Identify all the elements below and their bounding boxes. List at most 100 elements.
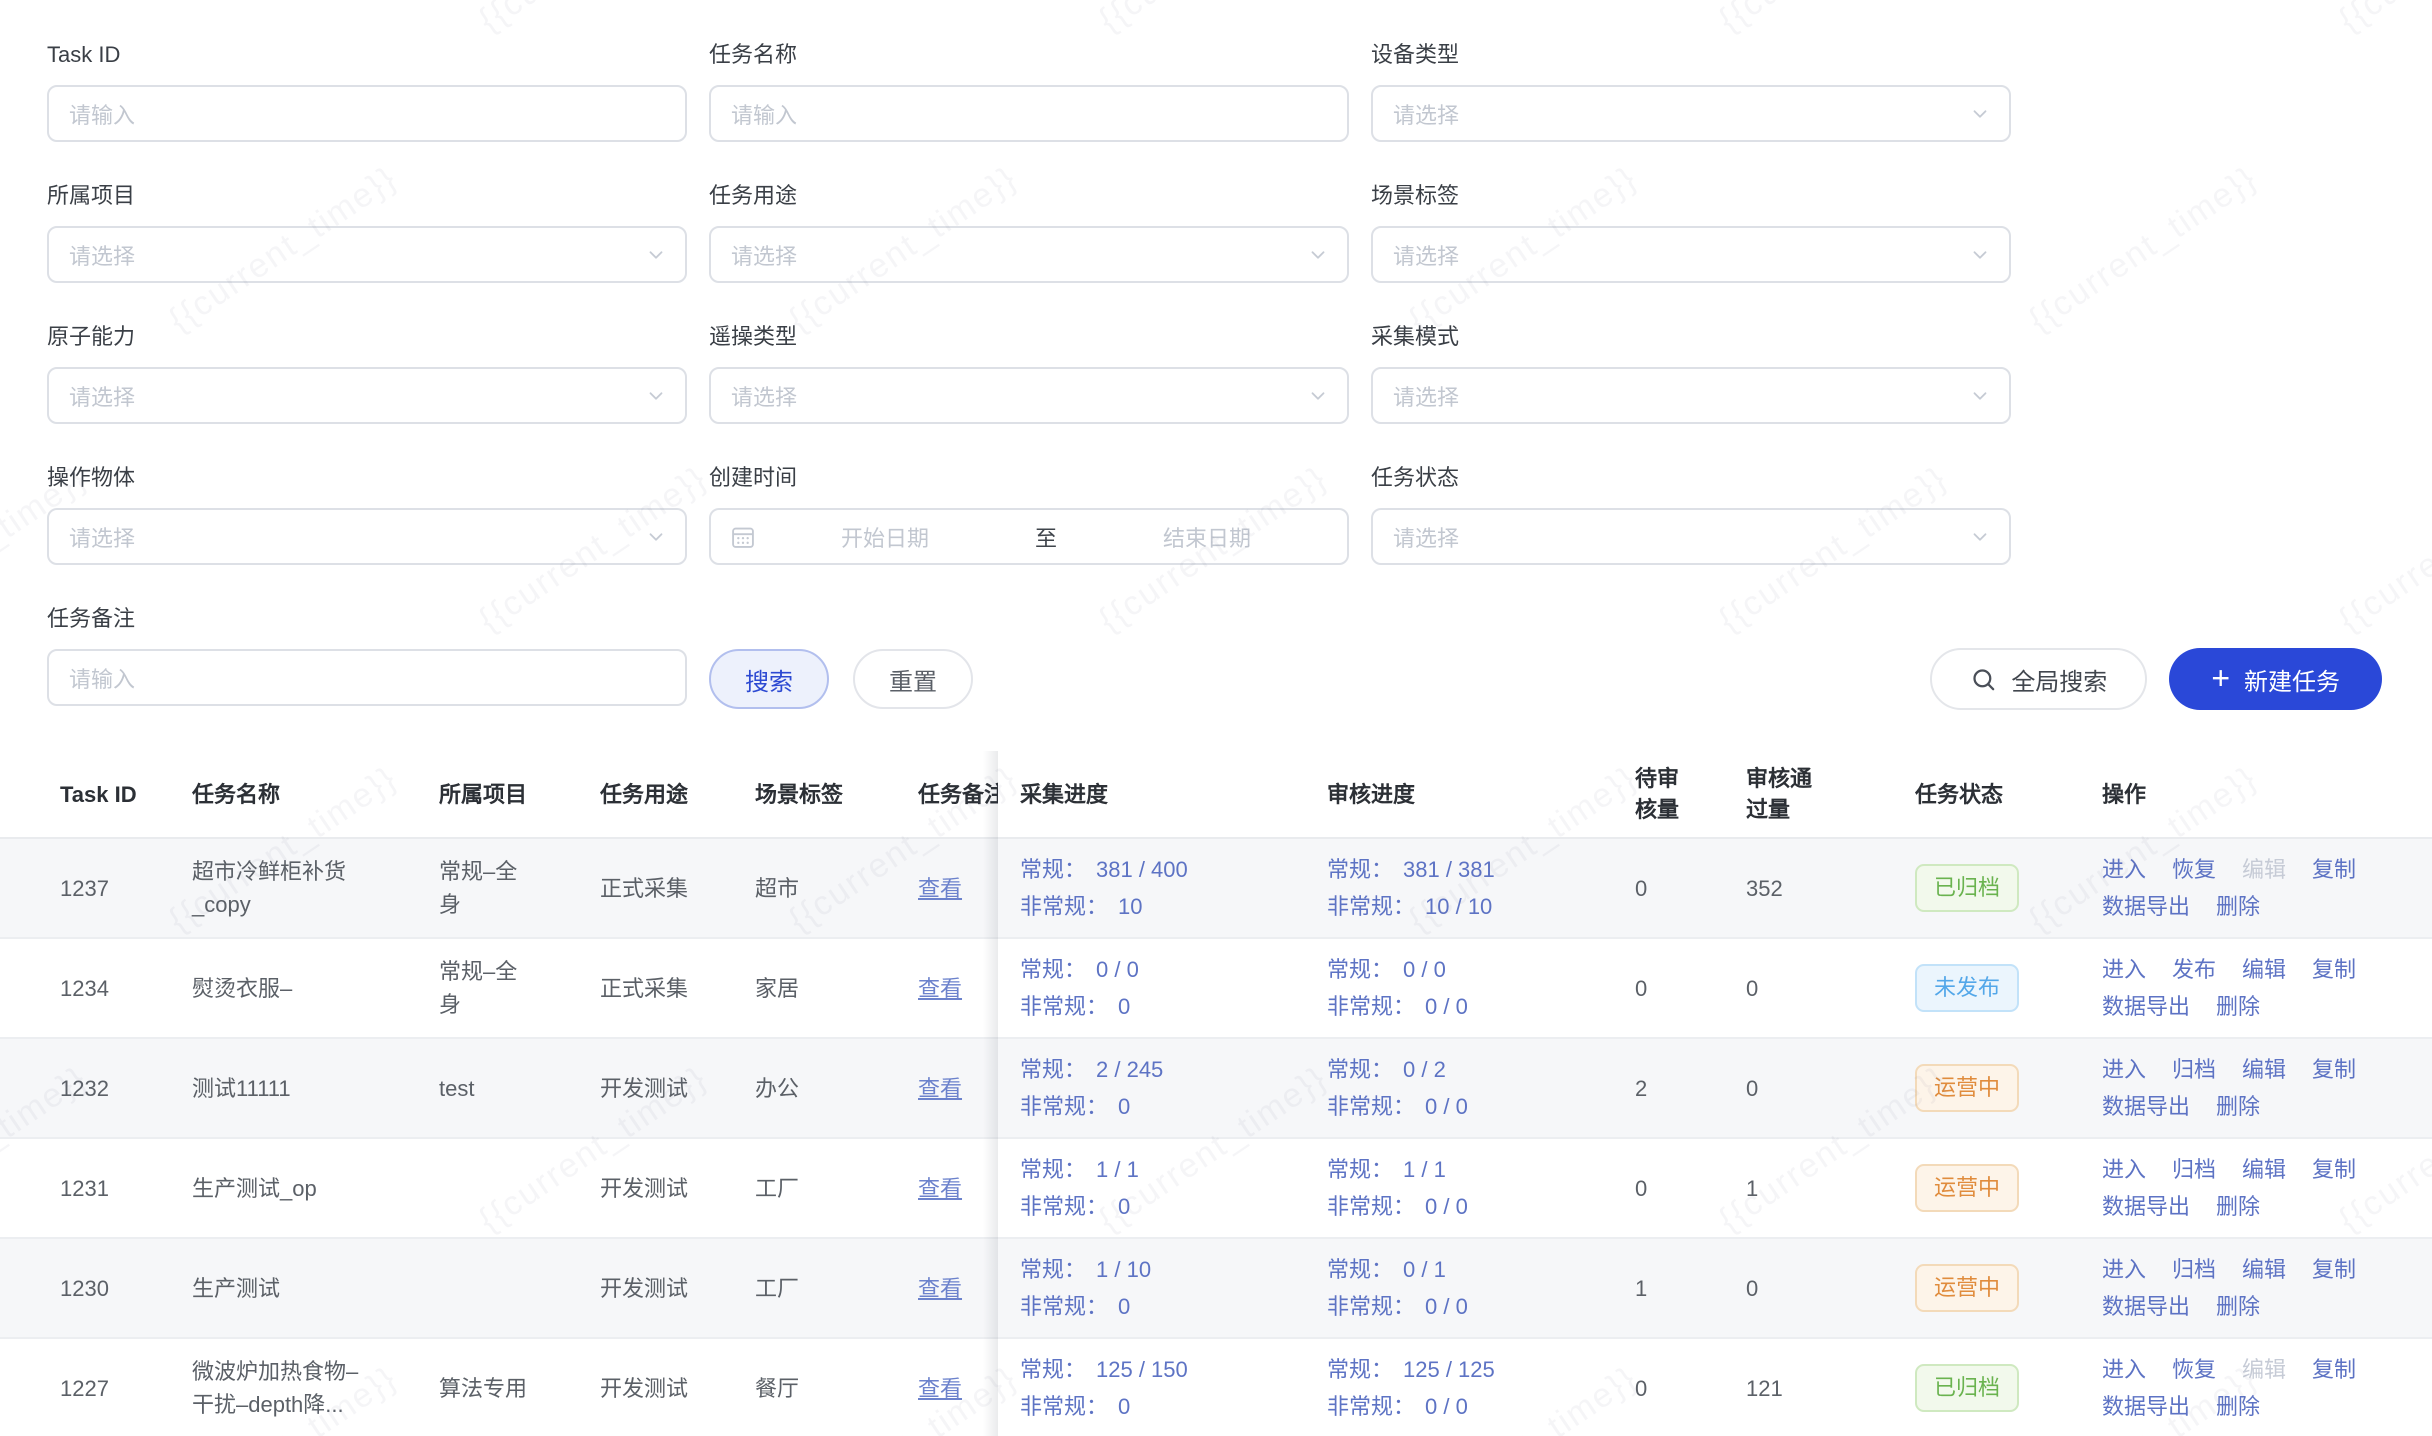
action-link-enabled[interactable]: 编辑: [2242, 1251, 2286, 1288]
action-link-enabled[interactable]: 编辑: [2242, 951, 2286, 988]
cell-passed-count: 352: [1746, 872, 1915, 905]
action-link-enabled[interactable]: 复制: [2312, 951, 2356, 988]
action-link-enabled[interactable]: 进入: [2102, 1251, 2146, 1288]
action-link-enabled[interactable]: 复制: [2312, 1351, 2356, 1388]
calendar-icon: [729, 523, 757, 551]
action-link-disabled: 编辑: [2242, 851, 2286, 888]
teleop-type-select[interactable]: 请选择: [709, 367, 1349, 424]
action-link-enabled[interactable]: 发布: [2172, 951, 2216, 988]
view-remark-link[interactable]: 查看: [918, 1276, 962, 1301]
cell-review-progress: 常规：0 / 2非常规：0 / 0: [1327, 1051, 1635, 1125]
action-link-enabled[interactable]: 数据导出: [2102, 1188, 2190, 1225]
atomic-ability-select[interactable]: 请选择: [47, 367, 687, 424]
cell-pending-count: 0: [1635, 972, 1746, 1005]
task-status-select[interactable]: 请选择: [1371, 508, 2011, 565]
view-remark-link[interactable]: 查看: [918, 1376, 962, 1401]
cell-task-status: 运营中: [1915, 1264, 2102, 1312]
action-link-enabled[interactable]: 数据导出: [2102, 1088, 2190, 1125]
action-link-enabled[interactable]: 数据导出: [2102, 1388, 2190, 1425]
cell-review-progress: 常规：0 / 1非常规：0 / 0: [1327, 1251, 1635, 1325]
action-link-enabled[interactable]: 进入: [2102, 1351, 2146, 1388]
progress-label: 常规：: [1327, 1251, 1393, 1288]
placeholder-text: 请选择: [1393, 521, 1459, 553]
cell-project: 算法专用: [439, 1372, 600, 1405]
chevron-down-icon: [1307, 385, 1329, 407]
action-link-enabled[interactable]: 数据导出: [2102, 988, 2190, 1025]
cell-task-name: 超市冷鲜柜补货 _copy: [192, 855, 439, 921]
action-link-enabled[interactable]: 删除: [2216, 1288, 2260, 1325]
progress-value: 10: [1118, 888, 1142, 925]
create-task-label: 新建任务: [2244, 662, 2340, 697]
collect-mode-select[interactable]: 请选择: [1371, 367, 2011, 424]
reset-button[interactable]: 重置: [853, 649, 973, 709]
action-link-enabled[interactable]: 删除: [2216, 1088, 2260, 1125]
action-link-enabled[interactable]: 恢复: [2172, 1351, 2216, 1388]
filter-field-project: 所属项目请选择: [47, 181, 687, 283]
search-button[interactable]: 搜索: [709, 649, 829, 709]
action-link-enabled[interactable]: 删除: [2216, 1188, 2260, 1225]
action-link-enabled[interactable]: 数据导出: [2102, 888, 2190, 925]
view-remark-link[interactable]: 查看: [918, 1076, 962, 1101]
project-select[interactable]: 请选择: [47, 226, 687, 283]
progress-label: 常规：: [1327, 851, 1393, 888]
device-type-select[interactable]: 请选择: [1371, 85, 2011, 142]
cell-collect-progress: 常规：1 / 1非常规：0: [1020, 1151, 1327, 1225]
filter-label-task-status: 任务状态: [1371, 463, 2011, 493]
filter-label-create-time: 创建时间: [709, 463, 1349, 493]
cell-review-progress: 常规：381 / 381非常规：10 / 10: [1327, 851, 1635, 925]
cell-actions: 进入归档编辑复制数据导出删除: [2102, 1151, 2432, 1225]
action-link-enabled[interactable]: 归档: [2172, 1051, 2216, 1088]
cell-collect-progress-irregular: 非常规：0: [1020, 1088, 1307, 1125]
create-task-button[interactable]: + 新建任务: [2169, 648, 2382, 710]
operate-object-select[interactable]: 请选择: [47, 508, 687, 565]
action-link-enabled[interactable]: 数据导出: [2102, 1288, 2190, 1325]
table-header-row: Task ID任务名称所属项目任务用途场景标签任务备注采集进度审核进度待审 核量…: [0, 751, 2432, 839]
filter-field-teleop-type: 遥操类型请选择: [709, 322, 1349, 424]
global-search-label: 全局搜索: [2011, 662, 2107, 697]
action-link-enabled[interactable]: 进入: [2102, 1151, 2146, 1188]
action-link-enabled[interactable]: 编辑: [2242, 1151, 2286, 1188]
view-remark-link[interactable]: 查看: [918, 876, 962, 901]
action-link-enabled[interactable]: 恢复: [2172, 851, 2216, 888]
scene-tag-select[interactable]: 请选择: [1371, 226, 2011, 283]
purpose-select[interactable]: 请选择: [709, 226, 1349, 283]
view-remark-link[interactable]: 查看: [918, 1176, 962, 1201]
cell-review-progress: 常规：0 / 0非常规：0 / 0: [1327, 951, 1635, 1025]
action-link-enabled[interactable]: 删除: [2216, 1388, 2260, 1425]
action-link-enabled[interactable]: 复制: [2312, 1051, 2356, 1088]
progress-value: 10 / 10: [1425, 888, 1492, 925]
cell-task-id: 1230: [60, 1272, 192, 1305]
chevron-down-icon: [1969, 103, 1991, 125]
create-time-daterange[interactable]: 开始日期至结束日期: [709, 508, 1349, 565]
action-link-enabled[interactable]: 归档: [2172, 1251, 2216, 1288]
cell-purpose: 开发测试: [600, 1172, 755, 1205]
action-link-enabled[interactable]: 进入: [2102, 851, 2146, 888]
view-remark-link[interactable]: 查看: [918, 976, 962, 1001]
column-header-actions: 操作: [2102, 779, 2432, 810]
progress-value: 0 / 0: [1425, 988, 1468, 1025]
chevron-down-icon: [1969, 526, 1991, 548]
end-date-placeholder: 结束日期: [1085, 521, 1329, 553]
task-name-text: 熨烫衣服–: [192, 972, 292, 1005]
global-search-button[interactable]: 全局搜索: [1930, 648, 2147, 710]
action-link-enabled[interactable]: 进入: [2102, 951, 2146, 988]
action-link-enabled[interactable]: 删除: [2216, 988, 2260, 1025]
task-id-input[interactable]: 请输入: [47, 85, 687, 142]
task-table: Task ID任务名称所属项目任务用途场景标签任务备注采集进度审核进度待审 核量…: [0, 751, 2432, 1436]
cell-passed-count: 0: [1746, 1072, 1915, 1105]
action-link-enabled[interactable]: 进入: [2102, 1051, 2146, 1088]
task-name-input[interactable]: 请输入: [709, 85, 1349, 142]
cell-project: test: [439, 1072, 600, 1105]
cell-purpose: 开发测试: [600, 1272, 755, 1305]
cell-task-status: 未发布: [1915, 964, 2102, 1012]
action-link-enabled[interactable]: 复制: [2312, 1151, 2356, 1188]
cell-review-progress-regular: 常规：381 / 381: [1327, 851, 1615, 888]
action-link-enabled[interactable]: 复制: [2312, 851, 2356, 888]
task-remark-input[interactable]: 请输入: [47, 649, 687, 706]
cell-review-progress-irregular: 非常规：0 / 0: [1327, 1188, 1615, 1225]
action-link-enabled[interactable]: 归档: [2172, 1151, 2216, 1188]
cell-task-remark: 查看: [918, 972, 1020, 1005]
action-link-enabled[interactable]: 编辑: [2242, 1051, 2286, 1088]
action-link-enabled[interactable]: 复制: [2312, 1251, 2356, 1288]
action-link-enabled[interactable]: 删除: [2216, 888, 2260, 925]
